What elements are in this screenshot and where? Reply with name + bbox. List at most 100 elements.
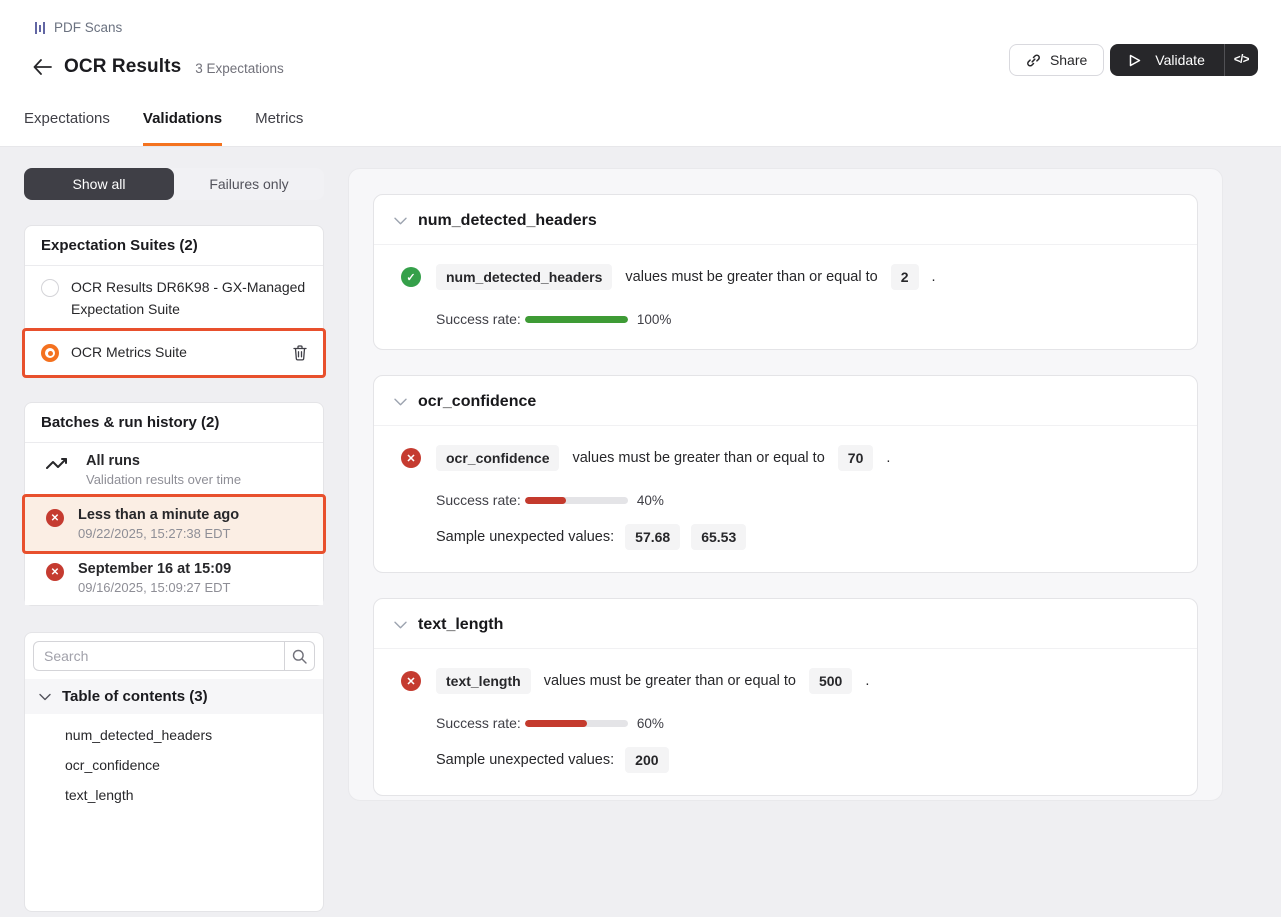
code-icon: </> (1234, 54, 1249, 66)
expectation-card-text-length: text_length ✕ text_length values must be… (373, 598, 1198, 796)
run-label: Less than a minute ago (78, 507, 239, 523)
failed-status-icon: ✕ (401, 448, 421, 468)
all-runs-label: All runs (86, 453, 241, 469)
search-field (33, 641, 315, 671)
success-rate-value: 40% (637, 493, 664, 508)
chevron-down-icon (394, 398, 407, 406)
card-header[interactable]: ocr_confidence (374, 376, 1197, 426)
column-chip: num_detected_headers (436, 264, 612, 290)
rule-text: values must be greater than or equal to (625, 269, 877, 285)
rule-period: . (865, 673, 869, 689)
samples-label: Sample unexpected values: (436, 529, 614, 545)
success-rate-value: 60% (637, 716, 664, 731)
success-rate-bar (525, 720, 628, 727)
threshold-chip: 2 (891, 264, 919, 290)
tab-metrics[interactable]: Metrics (255, 110, 303, 146)
suite-option-ocr-metrics[interactable]: OCR Metrics Suite (25, 331, 323, 375)
search-icon (292, 649, 307, 664)
success-rate-bar (525, 316, 628, 323)
run-label: September 16 at 15:09 (78, 561, 231, 577)
chevron-down-icon (394, 217, 407, 225)
toc-item-num-detected-headers[interactable]: num_detected_headers (25, 720, 323, 750)
rule-period: . (932, 269, 936, 285)
batches-panel: Batches & run history (2) All runs Valid… (24, 402, 324, 606)
breadcrumb-label[interactable]: PDF Scans (54, 20, 122, 35)
card-header[interactable]: text_length (374, 599, 1197, 649)
validate-button[interactable]: Validate (1110, 44, 1224, 76)
trend-line-icon (46, 456, 72, 474)
run-timestamp: 09/22/2025, 15:27:38 EDT (78, 526, 239, 541)
play-icon (1129, 54, 1141, 67)
search-input[interactable] (34, 648, 284, 664)
app-header: PDF Scans OCR Results 3 Expectations Sha… (0, 0, 1281, 147)
threshold-chip: 70 (838, 445, 874, 471)
success-rate-label: Success rate: (436, 311, 521, 327)
toc-header[interactable]: Table of contents (3) (25, 679, 323, 714)
column-chip: ocr_confidence (436, 445, 559, 471)
card-title: ocr_confidence (418, 393, 536, 411)
share-button[interactable]: Share (1009, 44, 1104, 76)
tab-expectations[interactable]: Expectations (24, 110, 110, 146)
expectation-count: 3 Expectations (195, 61, 284, 76)
filter-show-all[interactable]: Show all (24, 168, 174, 200)
radio-selected[interactable] (41, 344, 59, 362)
expectation-card-ocr-confidence: ocr_confidence ✕ ocr_confidence values m… (373, 375, 1198, 573)
success-status-icon: ✓ (401, 267, 421, 287)
filter-failures-only[interactable]: Failures only (174, 168, 324, 200)
sample-value-chip: 57.68 (625, 524, 680, 550)
table-of-contents-panel: Table of contents (3) num_detected_heade… (24, 632, 324, 912)
toc-item-text-length[interactable]: text_length (25, 780, 323, 810)
run-timestamp: 09/16/2025, 15:09:27 EDT (78, 580, 231, 595)
column-chip: text_length (436, 668, 531, 694)
code-snippet-button[interactable]: </> (1224, 44, 1258, 76)
search-button[interactable] (284, 642, 314, 670)
delete-suite-button[interactable] (293, 345, 307, 361)
expectation-card-num-detected-headers: num_detected_headers ✓ num_detected_head… (373, 194, 1198, 350)
run-item-september[interactable]: ✕ September 16 at 15:09 09/16/2025, 15:0… (25, 551, 323, 605)
card-title: num_detected_headers (418, 212, 597, 230)
success-rate-label: Success rate: (436, 492, 521, 508)
toc-item-ocr-confidence[interactable]: ocr_confidence (25, 750, 323, 780)
validation-results-panel: num_detected_headers ✓ num_detected_head… (348, 168, 1223, 801)
share-label: Share (1050, 52, 1087, 68)
link-icon (1026, 53, 1041, 68)
all-runs-item[interactable]: All runs Validation results over time (25, 443, 323, 497)
chevron-down-icon (39, 693, 51, 701)
failed-status-icon: ✕ (46, 509, 64, 527)
suite-option-gx-managed[interactable]: OCR Results DR6K98 - GX-Managed Expectat… (25, 266, 323, 331)
validate-label: Validate (1155, 52, 1205, 68)
samples-label: Sample unexpected values: (436, 752, 614, 768)
success-rate-bar (525, 497, 628, 504)
rule-text: values must be greater than or equal to (572, 450, 824, 466)
page-title: OCR Results (64, 56, 181, 78)
suite-label: OCR Metrics Suite (71, 342, 281, 364)
rule-text: values must be greater than or equal to (544, 673, 796, 689)
expectation-suites-panel: Expectation Suites (2) OCR Results DR6K9… (24, 225, 324, 376)
sample-value-chip: 200 (625, 747, 668, 773)
sidebar: Show all Failures only Expectation Suite… (24, 168, 324, 912)
radio-unselected[interactable] (41, 279, 59, 297)
failed-status-icon: ✕ (401, 671, 421, 691)
expectation-suites-header: Expectation Suites (2) (25, 226, 323, 266)
threshold-chip: 500 (809, 668, 852, 694)
validate-button-group: Validate </> (1110, 44, 1258, 76)
back-button[interactable] (26, 51, 58, 83)
run-item-latest[interactable]: ✕ Less than a minute ago 09/22/2025, 15:… (25, 497, 323, 551)
tab-bar: Expectations Validations Metrics (24, 110, 303, 146)
all-runs-sublabel: Validation results over time (86, 472, 241, 487)
result-filter-toggle: Show all Failures only (24, 168, 324, 200)
data-asset-icon (34, 21, 46, 35)
suite-label: OCR Results DR6K98 - GX-Managed Expectat… (71, 277, 307, 320)
card-title: text_length (418, 616, 503, 634)
success-rate-label: Success rate: (436, 715, 521, 731)
success-rate-value: 100% (637, 312, 672, 327)
toc-title: Table of contents (3) (62, 688, 208, 705)
chevron-down-icon (394, 621, 407, 629)
sample-value-chip: 65.53 (691, 524, 746, 550)
breadcrumb[interactable]: PDF Scans (0, 0, 1281, 35)
card-header[interactable]: num_detected_headers (374, 195, 1197, 245)
failed-status-icon: ✕ (46, 563, 64, 581)
batches-header: Batches & run history (2) (25, 403, 323, 443)
tab-validations[interactable]: Validations (143, 110, 222, 146)
rule-period: . (886, 450, 890, 466)
